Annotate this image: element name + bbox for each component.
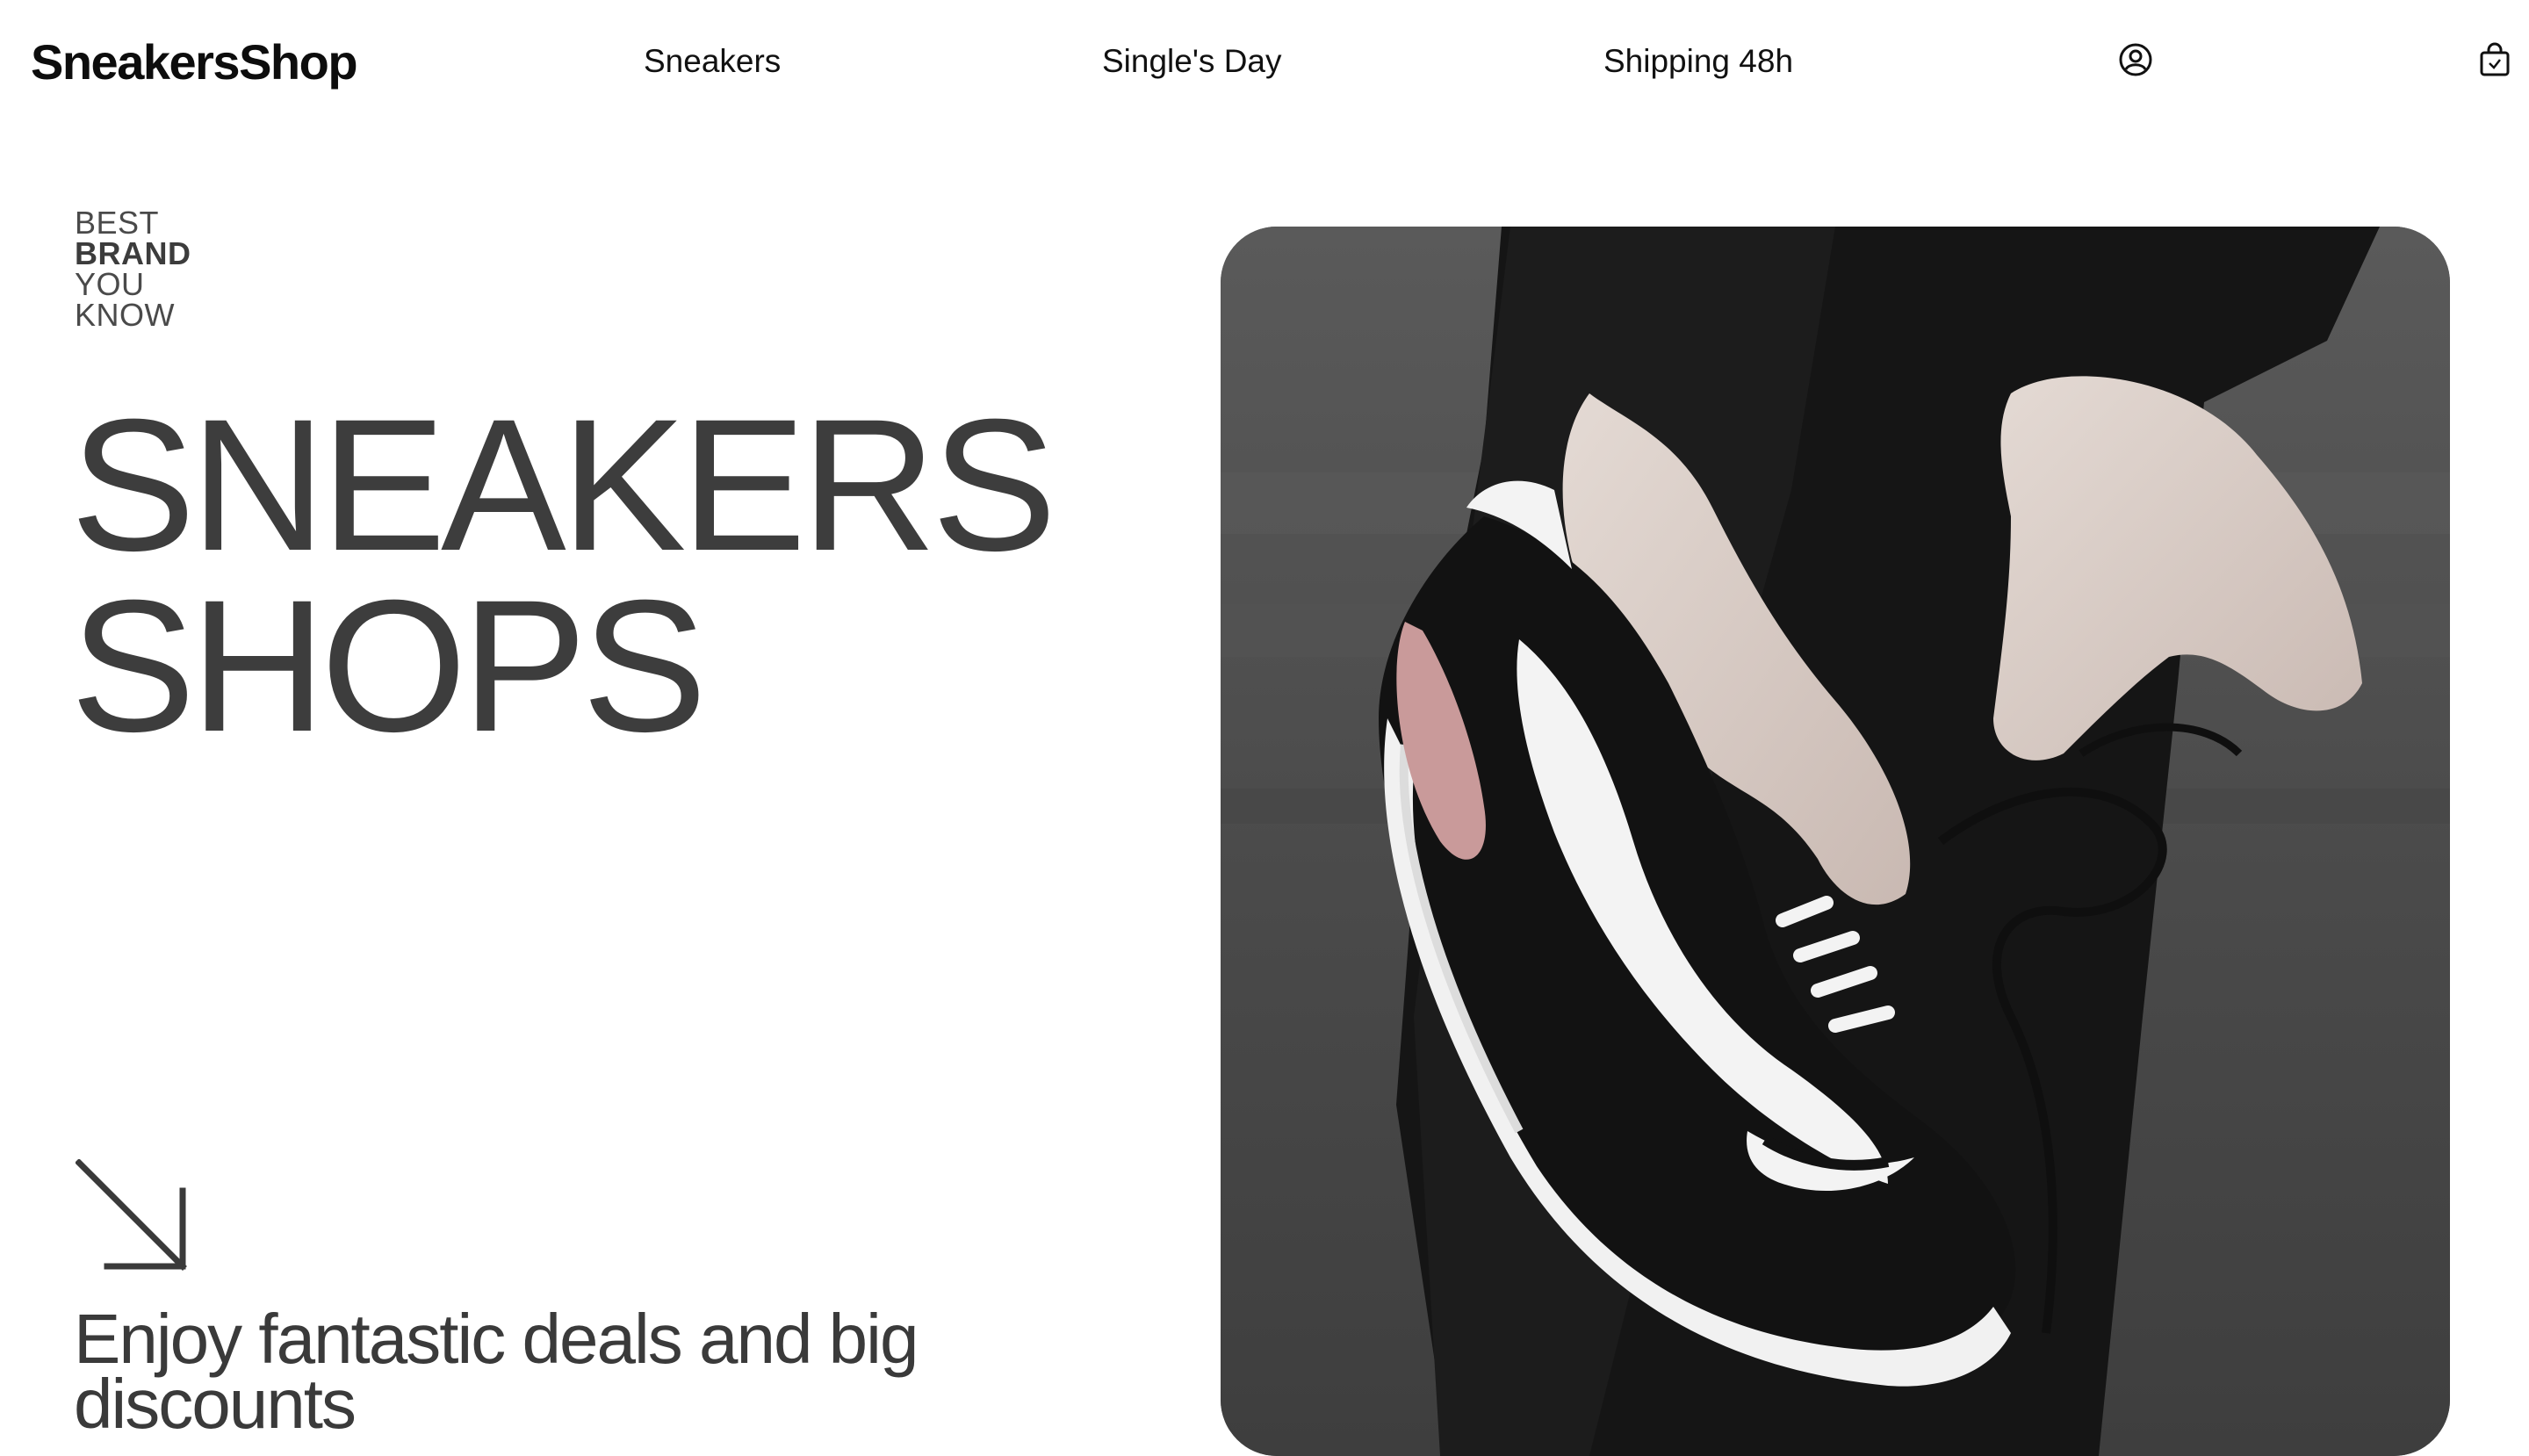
nav-link-shipping[interactable]: Shipping 48h: [1603, 40, 1793, 83]
headline-line-2: SHOPS: [70, 561, 707, 771]
shopping-bag-icon[interactable]: [2478, 42, 2517, 81]
arrow-down-right-icon: [75, 1158, 190, 1273]
brand-logo[interactable]: SneakersShop: [31, 32, 358, 93]
promo-text: Enjoy fantastic deals and big discounts: [74, 1300, 919, 1443]
tagline-line-3: YOU: [75, 266, 145, 302]
hero-image: [1221, 227, 2450, 1456]
account-icon[interactable]: [2118, 42, 2157, 81]
nav-link-sneakers[interactable]: Sneakers: [644, 40, 781, 83]
tagline-line-2: BRAND: [75, 235, 191, 271]
headline-line-1: SNEAKERS: [70, 380, 1057, 590]
tagline: BEST BRAND YOU KNOW: [75, 205, 191, 333]
hero-headline: SNEAKERS SHOPS: [70, 380, 1057, 771]
tagline-line-4: KNOW: [75, 297, 175, 333]
site-header: SneakersShop Sneakers Single's Day Shipp…: [0, 0, 2529, 123]
sneaker-photo: [1221, 227, 2450, 1456]
tagline-line-1: BEST: [75, 205, 160, 241]
nav-link-singles-day[interactable]: Single's Day: [1102, 40, 1282, 83]
